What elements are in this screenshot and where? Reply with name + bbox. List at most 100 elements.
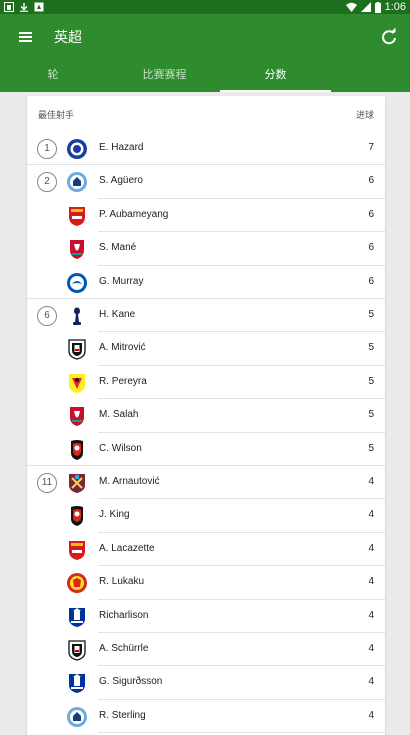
tab-fixtures[interactable]: 比赛赛程 xyxy=(109,60,220,92)
battery-icon xyxy=(374,1,381,13)
scorer-row[interactable]: G. Sigurðsson 4 xyxy=(27,666,385,700)
goals-count: 6 xyxy=(368,175,374,187)
goals-count: 4 xyxy=(368,676,374,688)
chelsea-crest-icon xyxy=(67,139,87,159)
scorer-row[interactable]: M. Salah 5 xyxy=(27,399,385,433)
rank-badge: 2 xyxy=(37,172,57,193)
scorer-row[interactable]: 6 H. Kane 5 xyxy=(27,299,385,333)
notification-icons xyxy=(4,1,44,13)
goals-count: 4 xyxy=(368,576,374,588)
player-name: G. Sigurðsson xyxy=(99,676,163,688)
rank-badge: 11 xyxy=(37,473,57,493)
player-name: A. Mitrović xyxy=(99,342,146,354)
player-name: R. Sterling xyxy=(99,709,146,721)
download-icon xyxy=(20,3,28,12)
player-name: Richarlison xyxy=(99,609,149,621)
tottenham-crest-icon xyxy=(73,307,81,325)
app-notification-icon xyxy=(4,2,14,12)
player-name: S. Agüero xyxy=(99,175,143,187)
fulham-crest-icon xyxy=(68,640,86,661)
scorer-row[interactable]: R. Sterling 4 xyxy=(27,700,385,734)
fulham-crest-icon xyxy=(68,339,86,361)
scorer-row[interactable]: S. Mané 6 xyxy=(27,232,385,266)
man-city-crest-icon xyxy=(67,172,87,193)
goals-count: 7 xyxy=(368,142,374,153)
page-title: 英超 xyxy=(54,30,82,46)
liverpool-crest-icon xyxy=(70,407,84,427)
west-ham-crest-icon xyxy=(69,474,85,493)
scorer-row[interactable]: 11 M. Arnautović 4 xyxy=(27,466,385,500)
everton-crest-icon xyxy=(69,674,85,694)
goals-count: 6 xyxy=(368,275,374,287)
tab-bar: 轮 比赛赛程 分数 xyxy=(0,60,410,92)
top-scorers-heading: 最佳射手 xyxy=(38,111,75,121)
status-bar: 1:06 xyxy=(0,0,410,14)
goals-count: 4 xyxy=(368,609,374,621)
goals-count: 4 xyxy=(368,709,374,721)
scorer-row[interactable]: P. Aubameyang 6 xyxy=(27,199,385,233)
goals-count: 4 xyxy=(368,509,374,521)
goals-count: 5 xyxy=(368,309,374,320)
goals-count: 6 xyxy=(368,242,374,254)
goals-count: 6 xyxy=(368,208,374,220)
tab-rounds[interactable]: 轮 xyxy=(0,60,106,92)
player-name: H. Kane xyxy=(99,309,136,320)
goals-count: 5 xyxy=(368,442,374,454)
menu-icon[interactable] xyxy=(14,26,38,48)
scorer-row[interactable]: 2 S. Agüero 6 xyxy=(27,165,385,199)
rank-badge: 6 xyxy=(37,306,57,326)
scorer-row[interactable]: A. Mitrović 5 xyxy=(27,332,385,366)
liverpool-crest-icon xyxy=(70,240,84,260)
app-bar: 英超 xyxy=(0,14,410,60)
tab-scores[interactable]: 分数 xyxy=(220,60,331,92)
goals-column-heading: 进球 xyxy=(355,111,374,121)
player-name: R. Pereyra xyxy=(99,375,147,387)
brighton-crest-icon xyxy=(67,272,87,293)
player-name: A. Lacazette xyxy=(99,542,155,554)
player-name: C. Wilson xyxy=(99,442,142,454)
man-united-crest-icon xyxy=(67,573,87,594)
man-city-crest-icon xyxy=(67,706,87,727)
watford-crest-icon xyxy=(69,373,85,393)
app-notification-icon xyxy=(34,2,44,12)
scorer-row[interactable]: A. Lacazette 4 xyxy=(27,533,385,567)
scorer-row[interactable]: J. King 4 xyxy=(27,499,385,533)
rank-badge: 1 xyxy=(37,139,57,159)
wifi-icon xyxy=(345,2,357,12)
scorer-row[interactable]: R. Lukaku 4 xyxy=(27,566,385,600)
signal-icon xyxy=(360,2,371,12)
card-header: 最佳射手 进球 xyxy=(27,96,385,132)
scorer-row[interactable]: G. Murray 6 xyxy=(27,266,385,299)
scorer-row[interactable]: Richarlison 4 xyxy=(27,600,385,633)
top-scorers-card: 最佳射手 进球 1 E. Hazard 7 2 S. Agüero 6 P. Aubamey… xyxy=(27,96,385,735)
refresh-icon[interactable] xyxy=(378,26,400,48)
clock-time: 1:06 xyxy=(384,1,406,13)
goals-count: 4 xyxy=(368,542,374,554)
system-icons: 1:06 xyxy=(345,0,406,14)
scorer-row[interactable]: C. Wilson 5 xyxy=(27,433,385,466)
active-tab-indicator xyxy=(220,90,331,92)
scorer-row[interactable]: R. Pereyra 5 xyxy=(27,366,385,400)
goals-count: 5 xyxy=(368,342,374,354)
player-name: M. Arnautović xyxy=(99,476,160,487)
goals-count: 4 xyxy=(368,643,374,654)
arsenal-crest-icon xyxy=(69,206,85,226)
arsenal-crest-icon xyxy=(69,540,85,560)
row-divider xyxy=(98,732,385,734)
player-name: P. Aubameyang xyxy=(99,208,169,220)
player-name: A. Schürrle xyxy=(99,643,149,654)
player-name: M. Salah xyxy=(99,409,139,421)
bournemouth-crest-icon xyxy=(71,506,83,527)
player-name: J. King xyxy=(99,509,130,521)
scorer-row[interactable]: 1 E. Hazard 7 xyxy=(27,132,385,166)
goals-count: 5 xyxy=(368,375,374,387)
goals-count: 4 xyxy=(368,476,374,487)
player-name: E. Hazard xyxy=(99,142,144,153)
player-name: S. Mané xyxy=(99,242,137,254)
goals-count: 5 xyxy=(368,409,374,421)
player-name: R. Lukaku xyxy=(99,576,145,588)
player-name: G. Murray xyxy=(99,275,144,287)
scorer-row[interactable]: A. Schürrle 4 xyxy=(27,633,385,667)
bournemouth-crest-icon xyxy=(71,439,83,460)
everton-crest-icon xyxy=(69,607,85,627)
